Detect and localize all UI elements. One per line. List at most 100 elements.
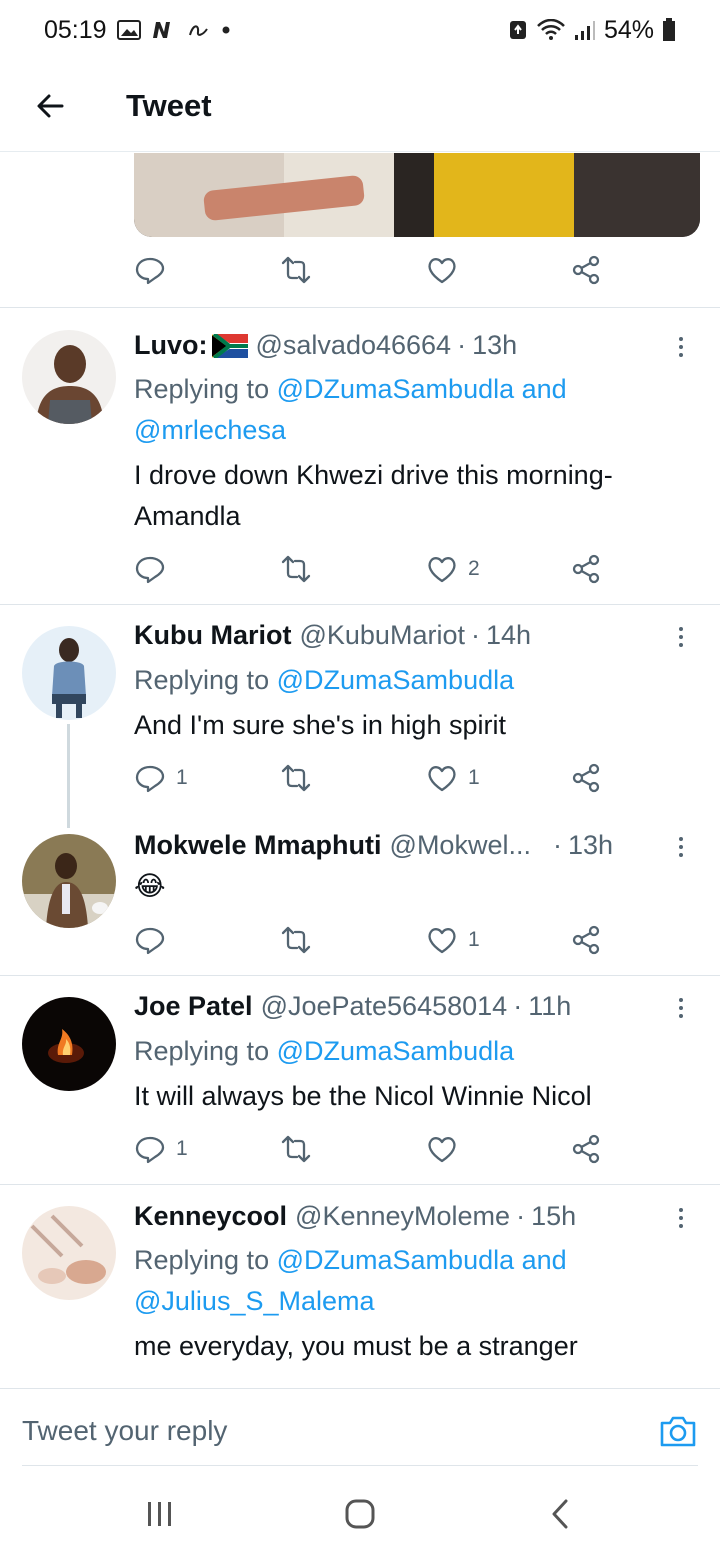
tweet-header: Luvo: @salvado46664 · 13h xyxy=(134,330,683,361)
tweet-text: And I'm sure she's in high spirit xyxy=(134,710,506,740)
tweet-text: I drove down Khwezi drive this morning- … xyxy=(134,460,613,531)
reply-composer: Tweet your reply xyxy=(0,1388,720,1470)
handle[interactable]: @salvado46664 xyxy=(256,330,452,361)
like-icon xyxy=(428,557,456,583)
avatar[interactable] xyxy=(22,1206,116,1300)
back-nav-button[interactable] xyxy=(548,1498,572,1535)
tweet-text: me everyday, you must be a stranger xyxy=(134,1331,578,1361)
timestamp[interactable]: 13h xyxy=(568,830,613,861)
reply-button[interactable] xyxy=(134,553,176,585)
home-button[interactable] xyxy=(344,1498,376,1535)
more-options-button[interactable] xyxy=(666,620,696,654)
more-options-button[interactable] xyxy=(666,330,696,364)
more-options-button[interactable] xyxy=(666,1201,696,1235)
divider xyxy=(0,975,720,976)
like-button[interactable]: 2 xyxy=(426,553,480,585)
reply-underline xyxy=(22,1465,698,1466)
share-button[interactable] xyxy=(570,553,602,585)
display-name[interactable]: Mokwele Mmaphuti xyxy=(134,830,382,861)
retweet-button[interactable] xyxy=(280,924,322,956)
retweet-icon xyxy=(281,555,311,583)
mention-link[interactable]: @DZumaSambudla xyxy=(277,374,515,404)
tweet-header: Joe Patel @JoePate56458014 · 11h xyxy=(134,991,683,1022)
battery-icon xyxy=(662,18,676,42)
handle[interactable]: @JoePate56458014 xyxy=(261,991,508,1022)
like-icon xyxy=(428,928,456,954)
handle[interactable]: @Mokwel... xyxy=(390,830,531,861)
more-options-button[interactable] xyxy=(666,991,696,1025)
back-arrow-icon xyxy=(37,94,64,117)
mention-link[interactable]: @mrlechesa xyxy=(134,415,286,445)
status-time: 05:19 xyxy=(44,15,107,44)
wifi-icon xyxy=(536,19,566,41)
mention-joiner[interactable]: and xyxy=(522,374,567,404)
recent-apps-icon xyxy=(148,1502,171,1526)
like-button[interactable]: 1 xyxy=(426,762,480,794)
reply-button[interactable]: 1 xyxy=(134,762,188,794)
retweet-button[interactable] xyxy=(280,1133,322,1165)
dot-indicator-icon xyxy=(221,25,231,35)
tweet-actions: 1 xyxy=(134,1129,614,1169)
timestamp[interactable]: 11h xyxy=(528,991,571,1022)
avatar[interactable] xyxy=(22,626,116,720)
reply-input[interactable]: Tweet your reply xyxy=(22,1415,227,1447)
tweet-text: It will always be the Nicol Winnie Nicol xyxy=(134,1081,592,1111)
reply-count: 1 xyxy=(176,1137,188,1160)
display-name[interactable]: Luvo: xyxy=(134,330,208,361)
avatar[interactable] xyxy=(22,834,116,928)
share-icon xyxy=(572,1134,600,1164)
display-name[interactable]: Kubu Mariot xyxy=(134,620,291,651)
recent-apps-button[interactable] xyxy=(146,1498,174,1535)
more-options-button[interactable] xyxy=(666,830,696,864)
tweet-header: Mokwele Mmaphuti @Mokwel... · 13h xyxy=(134,830,683,861)
like-button[interactable] xyxy=(426,254,458,286)
handle[interactable]: @KenneyMoleme xyxy=(295,1201,510,1232)
mention-link[interactable]: @DZumaSambudla xyxy=(277,1036,515,1066)
retweet-icon xyxy=(281,256,311,284)
like-button[interactable]: 1 xyxy=(426,924,480,956)
share-icon xyxy=(572,925,600,955)
back-nav-icon xyxy=(552,1499,568,1529)
reply-button[interactable]: 1 xyxy=(134,1133,188,1165)
tweet-header: Kenneycool @KenneyMoleme · 15h xyxy=(134,1201,683,1232)
like-count: 1 xyxy=(468,928,480,951)
timestamp[interactable]: 13h xyxy=(472,330,517,361)
tweet-actions: 1 1 xyxy=(134,758,614,798)
display-name[interactable]: Joe Patel xyxy=(134,991,253,1022)
share-button[interactable] xyxy=(570,762,602,794)
divider xyxy=(0,1184,720,1185)
reply-button[interactable] xyxy=(134,924,176,956)
handle[interactable]: @KubuMariot xyxy=(299,620,464,651)
timestamp[interactable]: 15h xyxy=(531,1201,576,1232)
mention-link[interactable]: @Julius_S_Malema xyxy=(134,1286,375,1316)
share-button[interactable] xyxy=(570,1133,602,1165)
reply-button[interactable] xyxy=(134,254,166,286)
divider xyxy=(0,604,720,605)
avatar[interactable] xyxy=(22,997,116,1091)
back-button[interactable] xyxy=(0,60,100,152)
reply-icon xyxy=(135,927,165,955)
camera-button[interactable] xyxy=(658,1411,698,1451)
retweet-button[interactable] xyxy=(280,553,322,585)
share-button[interactable] xyxy=(570,254,602,286)
retweet-button[interactable] xyxy=(280,254,312,286)
top-bar: Tweet xyxy=(0,60,720,152)
gallery-notification-icon xyxy=(116,20,141,40)
retweet-button[interactable] xyxy=(280,762,322,794)
share-button[interactable] xyxy=(570,924,602,956)
like-count: 1 xyxy=(468,766,480,789)
mention-joiner[interactable]: and xyxy=(522,1245,567,1275)
timestamp[interactable]: 14h xyxy=(486,620,531,651)
reply-icon xyxy=(135,556,165,584)
mention-link[interactable]: @DZumaSambudla xyxy=(277,665,515,695)
replying-to: Replying to @DZumaSambudla and @mrleches… xyxy=(134,374,567,445)
mention-link[interactable]: @DZumaSambudla xyxy=(277,1245,515,1275)
display-name[interactable]: Kenneycool xyxy=(134,1201,287,1232)
tweet-media-image[interactable] xyxy=(134,153,700,237)
avatar[interactable] xyxy=(22,330,116,424)
like-button[interactable] xyxy=(426,1133,468,1165)
script-notification-icon xyxy=(187,20,211,40)
south-africa-flag-icon xyxy=(211,333,248,358)
camera-icon xyxy=(660,1416,696,1447)
status-bar: 05:19 54% xyxy=(0,0,720,60)
